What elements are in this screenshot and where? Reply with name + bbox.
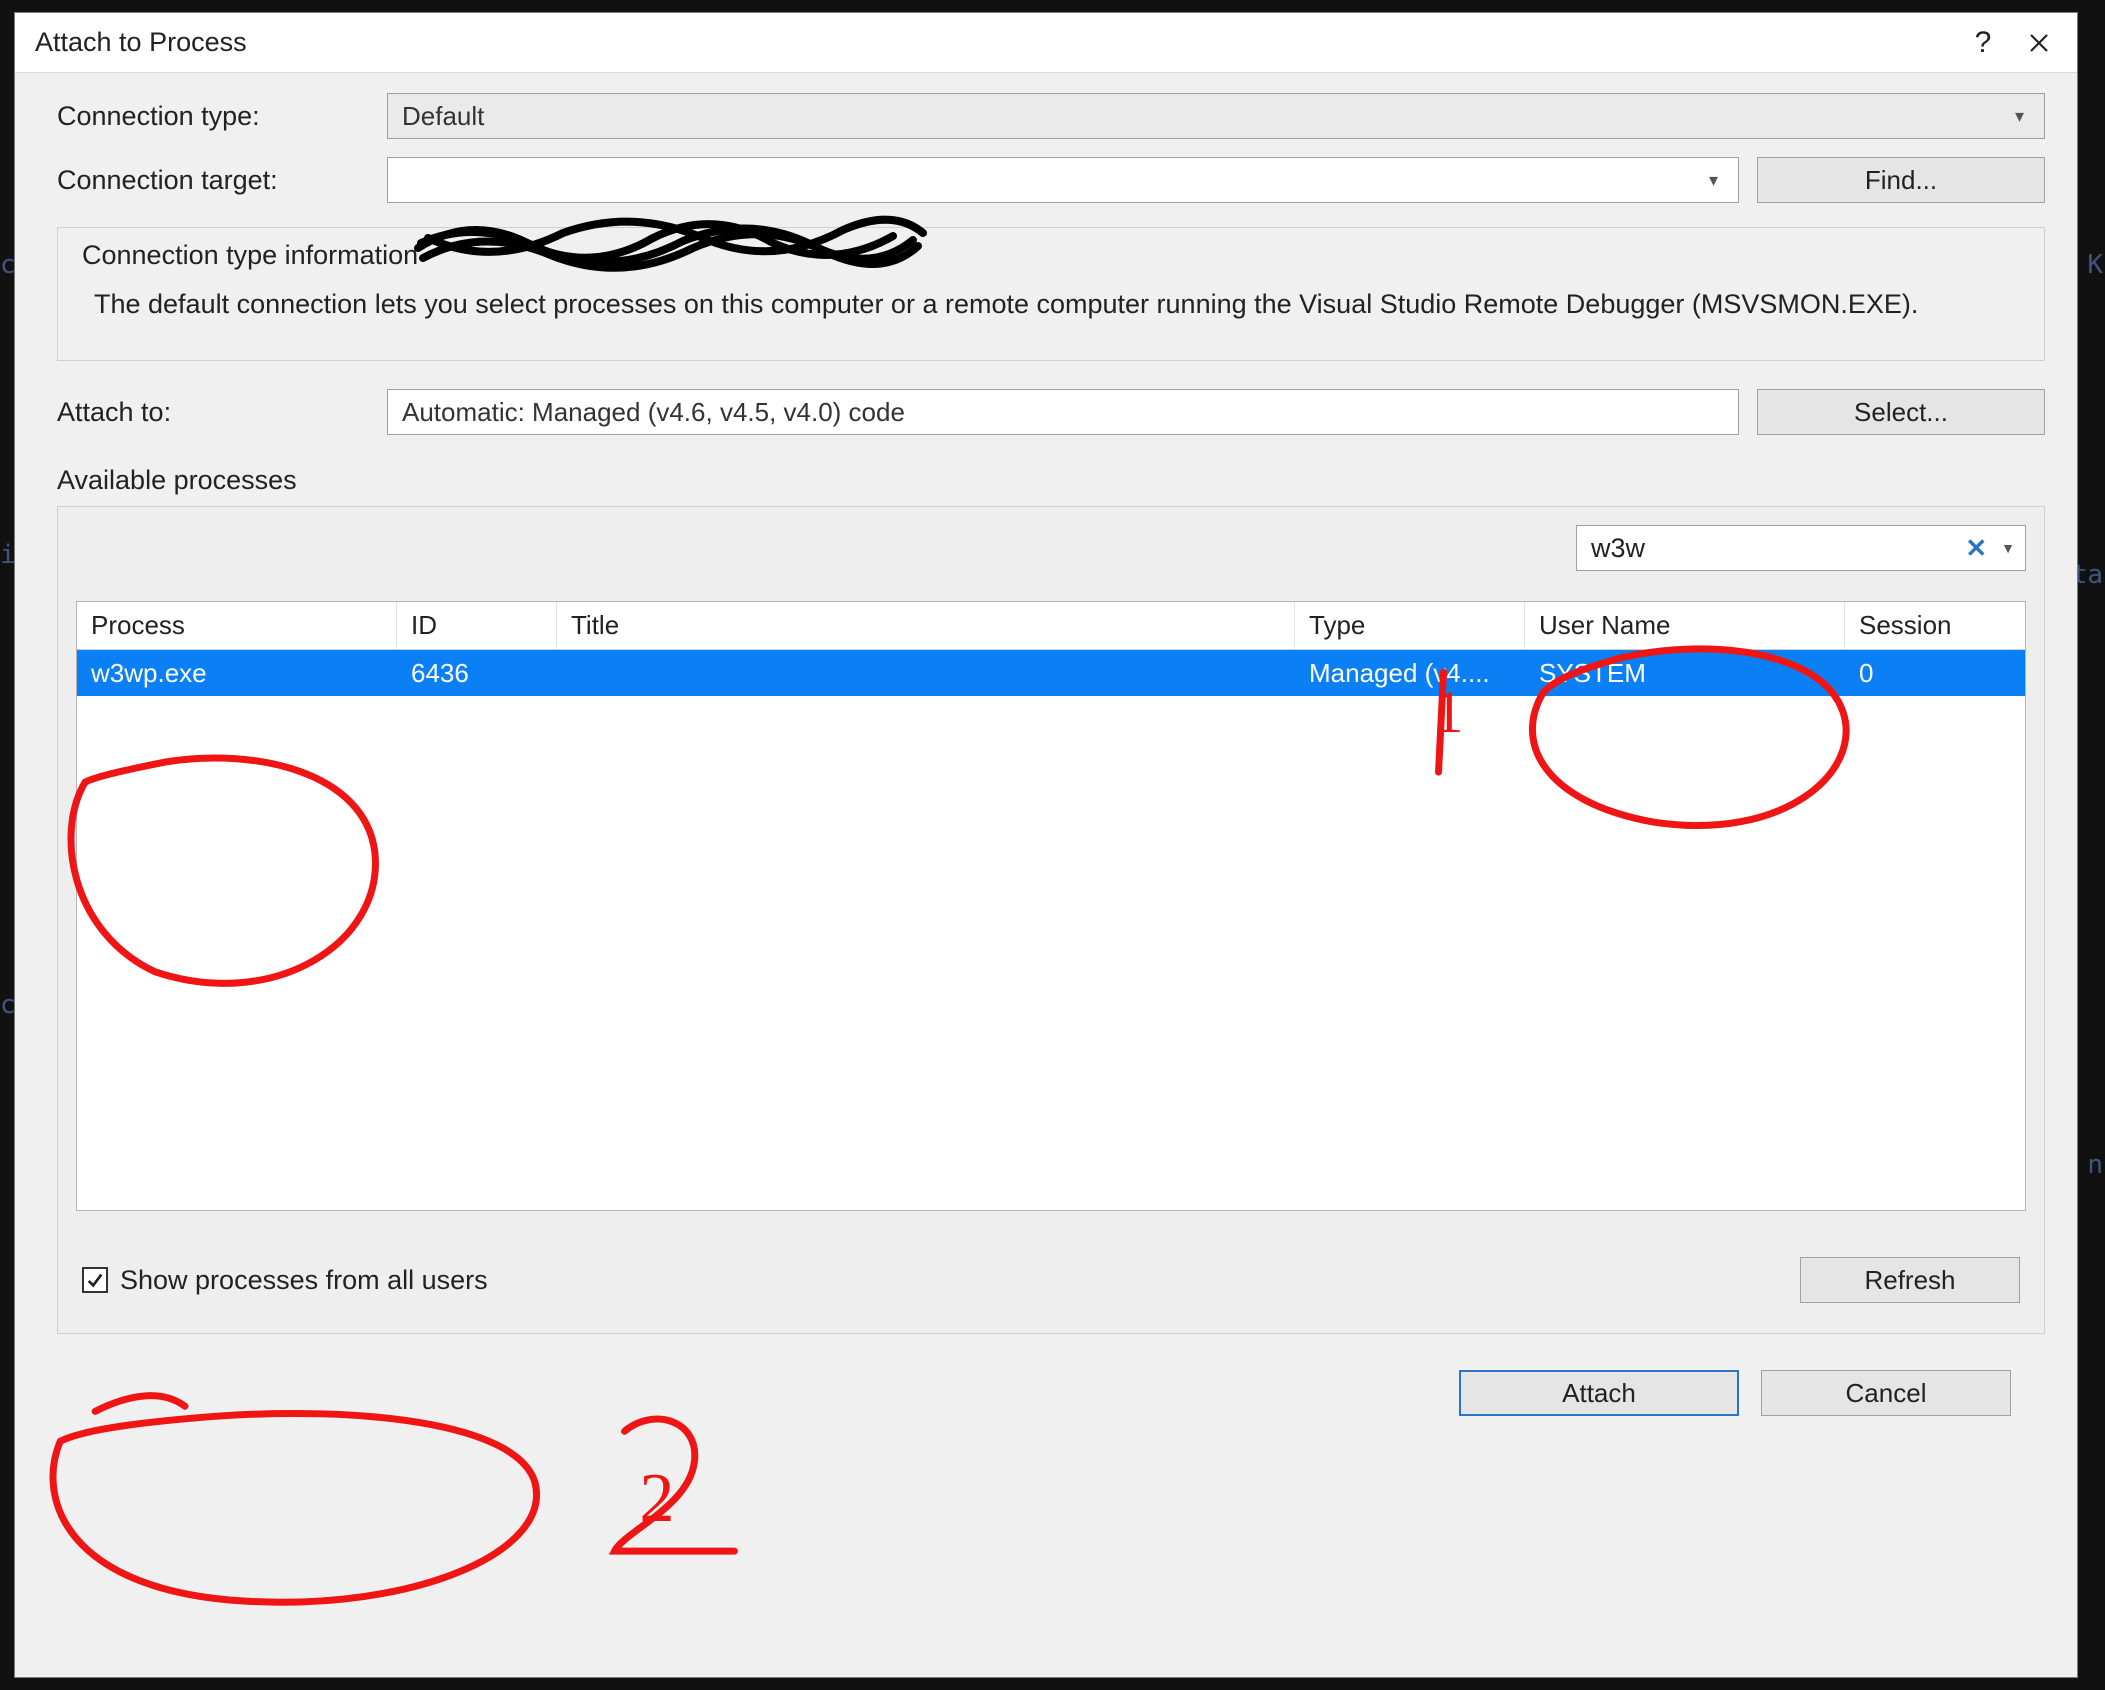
check-icon: [86, 1271, 104, 1289]
attach-button[interactable]: Attach: [1459, 1370, 1739, 1416]
cancel-button[interactable]: Cancel: [1761, 1370, 2011, 1416]
info-group-text: The default connection lets you select p…: [82, 285, 2020, 324]
refresh-button-label: Refresh: [1864, 1265, 1955, 1296]
available-processes-label: Available processes: [57, 465, 2045, 496]
cell-process: w3wp.exe: [77, 650, 397, 696]
col-session[interactable]: Session: [1845, 602, 2025, 649]
find-button[interactable]: Find...: [1757, 157, 2045, 203]
connection-type-value: Default: [402, 101, 484, 132]
dialog-title: Attach to Process: [35, 27, 1951, 58]
connection-type-info-group: Connection type information The default …: [57, 227, 2045, 361]
attach-to-value: Automatic: Managed (v4.6, v4.5, v4.0) co…: [402, 397, 905, 428]
info-group-title: Connection type information: [82, 240, 2020, 271]
cell-session: 0: [1845, 650, 2025, 696]
show-all-users-label: Show processes from all users: [120, 1265, 488, 1296]
chevron-down-icon: ▾: [2015, 106, 2024, 127]
col-process[interactable]: Process: [77, 602, 397, 649]
show-all-users-checkbox[interactable]: Show processes from all users: [82, 1265, 488, 1296]
col-user[interactable]: User Name: [1525, 602, 1845, 649]
refresh-button[interactable]: Refresh: [1800, 1257, 2020, 1303]
cell-type: Managed (v4....: [1295, 650, 1525, 696]
help-button[interactable]: ?: [1959, 19, 2007, 67]
chevron-down-icon: ▾: [1709, 170, 1718, 191]
close-icon: [2029, 33, 2049, 53]
select-button-label: Select...: [1854, 397, 1948, 428]
process-filter-value[interactable]: [1591, 533, 1965, 564]
clear-filter-icon[interactable]: ✕: [1965, 533, 1987, 564]
connection-target-label: Connection target:: [57, 165, 387, 196]
attach-button-label: Attach: [1562, 1378, 1636, 1409]
col-title[interactable]: Title: [557, 602, 1295, 649]
dialog-footer: Attach Cancel: [57, 1334, 2045, 1434]
find-button-label: Find...: [1865, 165, 1937, 196]
table-row[interactable]: w3wp.exe 6436 Managed (v4.... SYSTEM 0: [77, 650, 2025, 696]
available-processes-panel: ✕ ▼ Process ID Title Type User Name Sess…: [57, 506, 2045, 1334]
process-filter-input[interactable]: ✕ ▼: [1576, 525, 2026, 571]
chevron-down-icon[interactable]: ▼: [2001, 540, 2015, 556]
cancel-button-label: Cancel: [1846, 1378, 1927, 1409]
col-type[interactable]: Type: [1295, 602, 1525, 649]
select-button[interactable]: Select...: [1757, 389, 2045, 435]
attach-to-process-dialog: Attach to Process ? Connection type: Def…: [14, 12, 2078, 1678]
grid-body[interactable]: w3wp.exe 6436 Managed (v4.... SYSTEM 0: [77, 650, 2025, 1210]
connection-target-combo[interactable]: ▾: [387, 157, 1739, 203]
connection-type-combo[interactable]: Default ▾: [387, 93, 2045, 139]
connection-type-label: Connection type:: [57, 101, 387, 132]
cell-id: 6436: [397, 650, 557, 696]
grid-header: Process ID Title Type User Name Session: [77, 602, 2025, 650]
process-grid[interactable]: Process ID Title Type User Name Session …: [76, 601, 2026, 1211]
cell-user: SYSTEM: [1525, 650, 1845, 696]
attach-to-label: Attach to:: [57, 397, 387, 428]
dialog-titlebar: Attach to Process ?: [15, 13, 2077, 73]
checkbox-box: [82, 1267, 108, 1293]
col-id[interactable]: ID: [397, 602, 557, 649]
cell-title: [557, 650, 1295, 696]
attach-to-field: Automatic: Managed (v4.6, v4.5, v4.0) co…: [387, 389, 1739, 435]
close-button[interactable]: [2015, 19, 2063, 67]
